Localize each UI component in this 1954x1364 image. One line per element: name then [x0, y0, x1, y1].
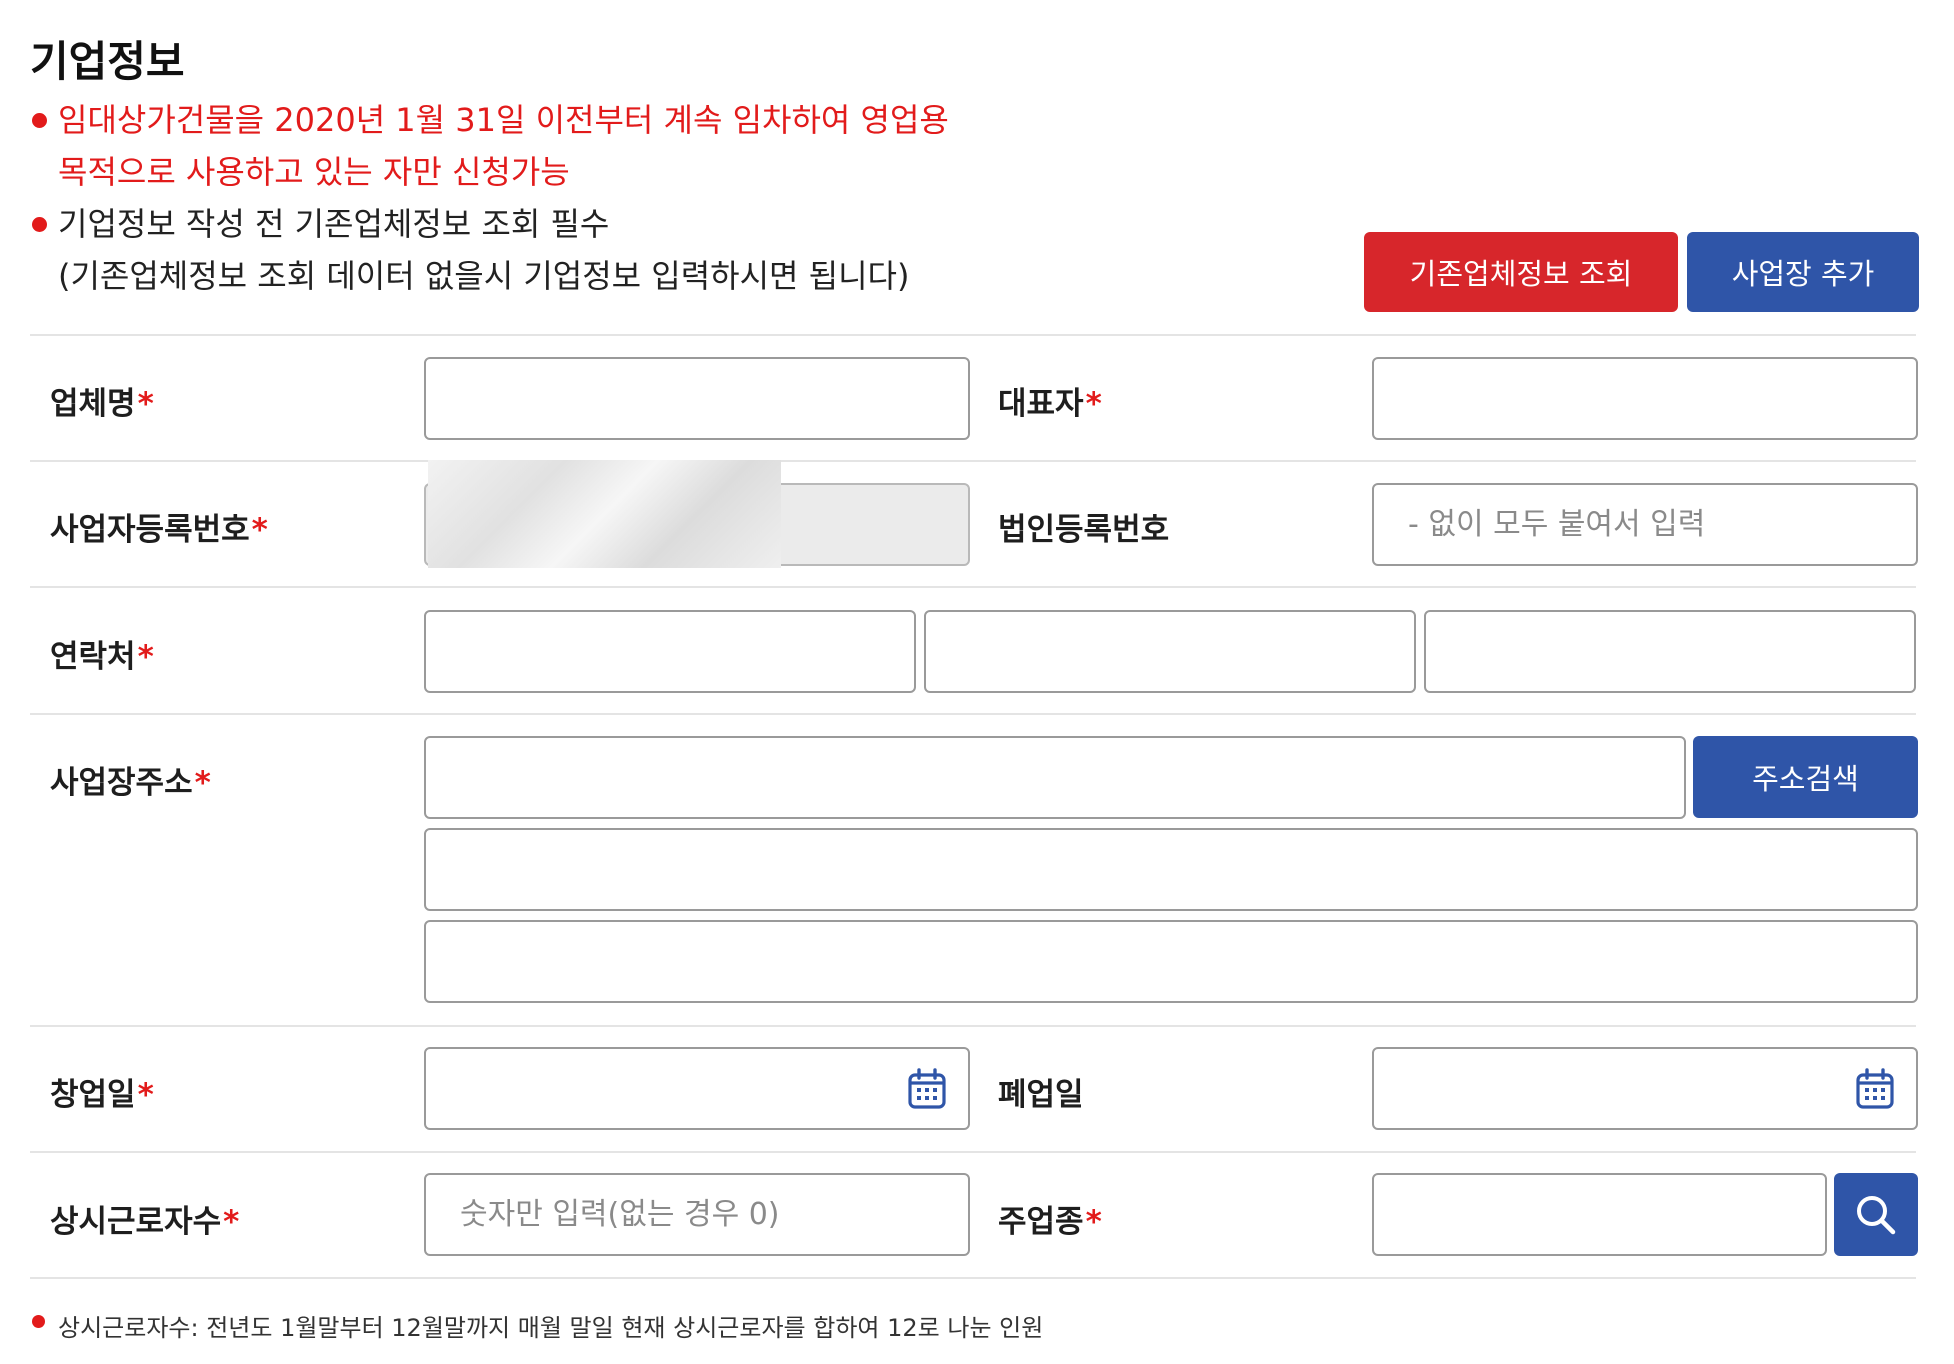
add-business-site-button[interactable]: 사업장 추가 — [1687, 232, 1919, 312]
divider — [30, 460, 1916, 462]
divider — [30, 334, 1916, 336]
notice-line-2: 목적으로 사용하고 있는 자만 신청가능 — [58, 153, 570, 191]
address-input-2[interactable] — [424, 828, 1918, 911]
corp-reg-no-input[interactable] — [1372, 483, 1918, 566]
address-label: 사업장주소* — [50, 765, 211, 801]
calendar-icon[interactable] — [1855, 1068, 1895, 1110]
contact-input-3[interactable] — [1424, 610, 1916, 693]
founded-date-label: 창업일* — [50, 1077, 154, 1113]
notice-line-4: (기존업체정보 조회 데이터 없을시 기업정보 입력하시면 됩니다) — [58, 257, 910, 295]
industry-search-button[interactable] — [1834, 1173, 1918, 1256]
representative-input[interactable] — [1372, 357, 1918, 440]
address-search-button[interactable]: 주소검색 — [1693, 736, 1918, 818]
closed-date-label: 폐업일 — [998, 1077, 1084, 1113]
company-name-input[interactable] — [424, 357, 970, 440]
divider — [30, 1151, 1916, 1153]
founded-date-input[interactable] — [424, 1047, 970, 1130]
contact-input-2[interactable] — [924, 610, 1416, 693]
bullet-dot-icon — [32, 217, 47, 232]
redacted-area — [428, 460, 781, 568]
existing-company-lookup-button[interactable]: 기존업체정보 조회 — [1364, 232, 1678, 312]
company-info-form: 기업정보 임대상가건물을 2020년 1월 31일 이전부터 계속 임차하여 영… — [0, 0, 1954, 1364]
divider — [30, 713, 1916, 715]
main-industry-input[interactable] — [1372, 1173, 1827, 1256]
contact-input-1[interactable] — [424, 610, 916, 693]
divider — [30, 1025, 1916, 1027]
representative-label: 대표자* — [998, 386, 1102, 422]
bullet-dot-icon — [32, 1315, 45, 1328]
company-name-label: 업체명* — [50, 386, 154, 422]
contact-label: 연락처* — [50, 639, 154, 675]
employees-input[interactable] — [424, 1173, 970, 1256]
main-industry-label: 주업종* — [998, 1204, 1102, 1240]
bullet-dot-icon — [32, 113, 47, 128]
calendar-icon[interactable] — [907, 1068, 947, 1110]
search-icon — [1857, 1195, 1896, 1234]
address-input-1[interactable] — [424, 736, 1686, 819]
corp-reg-no-label: 법인등록번호 — [998, 512, 1170, 548]
notice-line-3: 기업정보 작성 전 기존업체정보 조회 필수 — [58, 205, 610, 243]
employees-label: 상시근로자수* — [50, 1204, 240, 1240]
section-title: 기업정보 — [30, 37, 185, 86]
address-input-3[interactable] — [424, 920, 1918, 1003]
divider — [30, 586, 1916, 588]
divider — [30, 1277, 1916, 1279]
footnote-employees: 상시근로자수: 전년도 1월말부터 12월말까지 매월 말일 현재 상시근로자를… — [58, 1314, 1044, 1342]
notice-line-1: 임대상가건물을 2020년 1월 31일 이전부터 계속 임차하여 영업용 — [58, 101, 949, 139]
closed-date-input[interactable] — [1372, 1047, 1918, 1130]
business-reg-no-label: 사업자등록번호* — [50, 512, 268, 548]
